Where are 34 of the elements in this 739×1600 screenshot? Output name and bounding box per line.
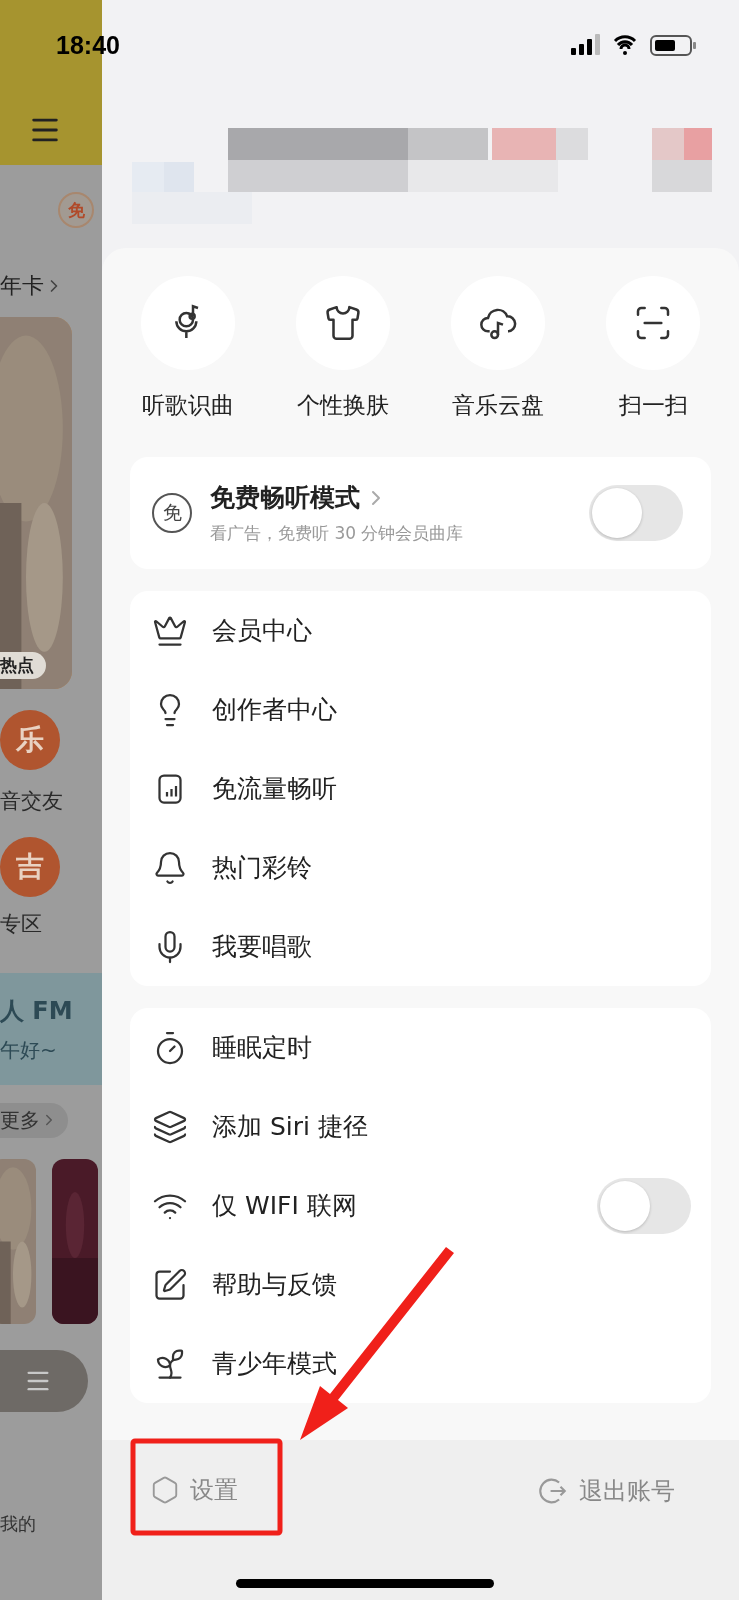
quick-action-label: 扫一扫 <box>618 391 688 420</box>
menu-item[interactable]: 我要唱歌 <box>130 907 711 986</box>
more-button[interactable]: 更多 <box>0 1102 68 1138</box>
banner-tag: 热点 <box>0 652 46 679</box>
free-mode-row[interactable]: 免 免费畅听模式 看广告，免费听 30 分钟会员曲库 <box>130 457 711 569</box>
menu-item[interactable]: 仅 WIFI 联网 <box>130 1166 711 1245</box>
settings-icon <box>150 1475 180 1505</box>
fm-title: 人 FM <box>0 995 74 1027</box>
free-mode-title: 免费畅听模式 <box>210 482 360 514</box>
fm-subtitle: 午好~ <box>0 1036 58 1064</box>
toggle-switch[interactable] <box>589 485 683 541</box>
menu-item[interactable]: 青少年模式 <box>130 1324 711 1403</box>
shortcut-label: 专区 <box>0 911 42 938</box>
menu-item[interactable]: 免流量畅听 <box>130 749 711 828</box>
menu-item[interactable]: 睡眠定时 <box>130 1008 711 1087</box>
free-mode-subtitle: 看广告，免费听 30 分钟会员曲库 <box>210 522 465 545</box>
tab-label[interactable]: 我的 <box>0 1512 36 1536</box>
quick-action-label: 个性换肤 <box>296 391 389 420</box>
free-badge: 免 <box>152 493 192 533</box>
menu-item[interactable]: 会员中心 <box>130 591 711 670</box>
menu-item[interactable]: 创作者中心 <box>130 670 711 749</box>
vip-link[interactable]: 年卡 <box>0 271 44 301</box>
quick-action-label: 音乐云盘 <box>452 391 545 420</box>
feedback-icon <box>152 1266 188 1303</box>
menu-item[interactable]: 添加 Siri 捷径 <box>130 1087 711 1166</box>
free-badge: 免 <box>58 192 94 228</box>
layers-icon <box>152 1108 188 1145</box>
bell-icon <box>152 849 188 886</box>
shortcut-label: 音交友 <box>0 788 63 815</box>
quick-action-label: 听歌识曲 <box>141 391 234 420</box>
menu-item[interactable]: 热门彩铃 <box>130 828 711 907</box>
shirt-icon <box>323 304 362 342</box>
menu-item[interactable]: 帮助与反馈 <box>130 1245 711 1324</box>
banner-card[interactable]: 热点 <box>0 317 72 689</box>
